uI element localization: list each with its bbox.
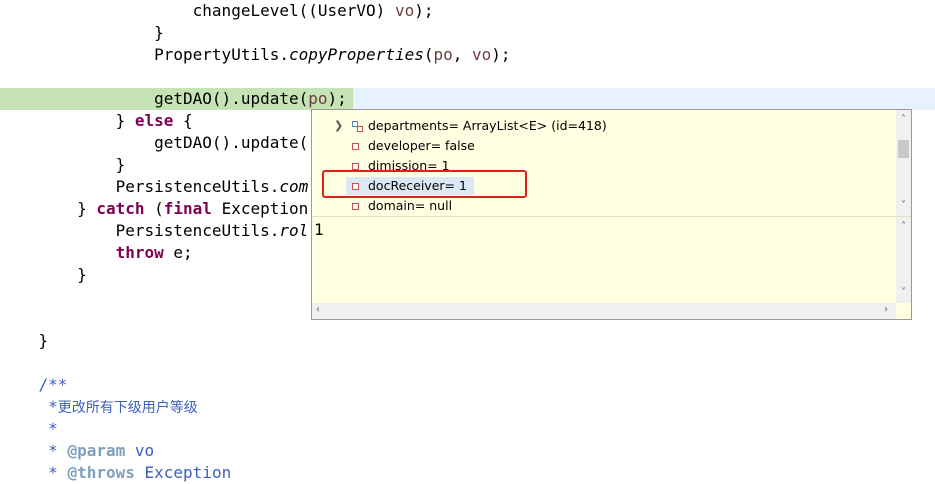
detail-horizontal-scrollbar[interactable]: ‹ ›: [312, 303, 896, 319]
code-method: copyProperties: [288, 45, 424, 64]
code-line[interactable]: }: [0, 330, 49, 352]
code-text: PersistenceUtils.: [115, 177, 280, 196]
code-text: ,: [452, 45, 473, 64]
code-line[interactable]: throw e;: [0, 242, 193, 264]
chevron-right-icon[interactable]: ❯: [334, 116, 343, 136]
code-brace: }: [115, 111, 135, 130]
scroll-down-icon[interactable]: ˅: [896, 287, 911, 298]
javadoc-line[interactable]: *更改所有下级用户等级: [0, 396, 198, 418]
javadoc-tag: @param: [67, 441, 126, 460]
tree-item-label: domain= null: [368, 198, 453, 213]
code-line[interactable]: }: [0, 154, 126, 176]
variable-tree[interactable]: ❯ departments= ArrayList<E> (id=418) dev…: [312, 110, 896, 216]
javadoc-open: /**: [38, 375, 68, 394]
tree-item-departments[interactable]: ❯ departments= ArrayList<E> (id=418): [312, 116, 896, 136]
code-line[interactable]: getDAO().update(: [0, 132, 308, 154]
code-text: e;: [163, 243, 193, 262]
code-text: );: [414, 1, 434, 20]
code-line[interactable]: changeLevel((UserVO) vo);: [0, 0, 434, 22]
code-brace: }: [77, 199, 97, 218]
code-keyword: final: [163, 199, 212, 218]
javadoc-text: vo: [125, 441, 155, 460]
code-keyword: else: [134, 111, 174, 130]
code-line-current[interactable]: getDAO().update(po);: [0, 88, 347, 110]
code-line[interactable]: } else {: [0, 110, 193, 132]
code-text: PersistenceUtils.: [115, 221, 280, 240]
code-brace: }: [38, 331, 49, 350]
field-icon: [357, 126, 363, 132]
javadoc-text: 更改所有下级用户等级: [57, 400, 198, 416]
code-line[interactable]: PersistenceUtils.rol: [0, 220, 309, 242]
detail-scrollbar[interactable]: ˄ ˅: [896, 217, 911, 303]
javadoc-star: *: [38, 463, 68, 482]
code-text: PropertyUtils.: [154, 45, 289, 64]
javadoc-star: *: [38, 441, 68, 460]
tree-item-domain[interactable]: domain= null: [312, 196, 896, 216]
code-brace: }: [115, 155, 126, 174]
scrollbar-thumb[interactable]: [898, 140, 909, 158]
javadoc-line[interactable]: /**: [0, 374, 68, 396]
annotation-highlight-box: [322, 170, 527, 198]
variable-inspector-popup[interactable]: ❯ departments= ArrayList<E> (id=418) dev…: [311, 109, 912, 320]
code-text: );: [491, 45, 511, 64]
javadoc-text: Exception: [134, 463, 232, 482]
code-line[interactable]: }: [0, 264, 87, 286]
field-icon: [352, 163, 359, 170]
code-line[interactable]: }: [0, 22, 164, 44]
code-variable: po: [308, 89, 328, 108]
detail-value: 1: [314, 220, 324, 239]
code-brace: }: [77, 265, 87, 284]
scroll-up-icon[interactable]: ˄: [896, 114, 911, 125]
scroll-left-icon[interactable]: ‹: [316, 304, 320, 315]
code-text: Exception: [211, 199, 309, 218]
tree-item-developer[interactable]: developer= false: [312, 136, 896, 156]
field-icon: [352, 143, 359, 150]
javadoc-tag: @throws: [67, 463, 135, 482]
javadoc-star: *: [38, 419, 58, 438]
field-icon: [352, 203, 359, 210]
scroll-down-icon[interactable]: ˅: [896, 200, 911, 211]
javadoc-star: *: [38, 397, 58, 416]
code-line[interactable]: PropertyUtils.copyProperties(po, vo);: [0, 44, 511, 66]
code-text: getDAO().update(: [154, 89, 309, 108]
code-text: changeLevel((UserVO): [192, 1, 395, 20]
javadoc-line[interactable]: *: [0, 418, 58, 440]
code-variable: po: [433, 45, 453, 64]
tree-item-label: departments= ArrayList<E> (id=418): [368, 118, 607, 133]
code-keyword: throw: [115, 243, 164, 262]
code-line[interactable]: } catch (final Exception: [0, 198, 308, 220]
tree-scrollbar[interactable]: ˄ ˅: [896, 110, 911, 216]
code-brace: }: [154, 23, 164, 42]
code-variable: vo: [472, 45, 492, 64]
code-keyword: catch: [96, 199, 145, 218]
code-line[interactable]: PersistenceUtils.com: [0, 176, 309, 198]
code-text: );: [327, 89, 347, 108]
code-variable: vo: [394, 1, 415, 20]
code-text: {: [173, 111, 193, 130]
code-method: com: [279, 177, 309, 196]
code-text: (: [144, 199, 164, 218]
scroll-up-icon[interactable]: ˄: [896, 221, 911, 232]
detail-pane[interactable]: 1: [312, 217, 896, 303]
javadoc-line[interactable]: * @param vo: [0, 440, 154, 462]
tree-item-label: developer= false: [368, 138, 475, 153]
scroll-right-icon[interactable]: ›: [884, 304, 888, 315]
code-method: rol: [279, 221, 309, 240]
code-text: getDAO().update(: [154, 133, 309, 152]
